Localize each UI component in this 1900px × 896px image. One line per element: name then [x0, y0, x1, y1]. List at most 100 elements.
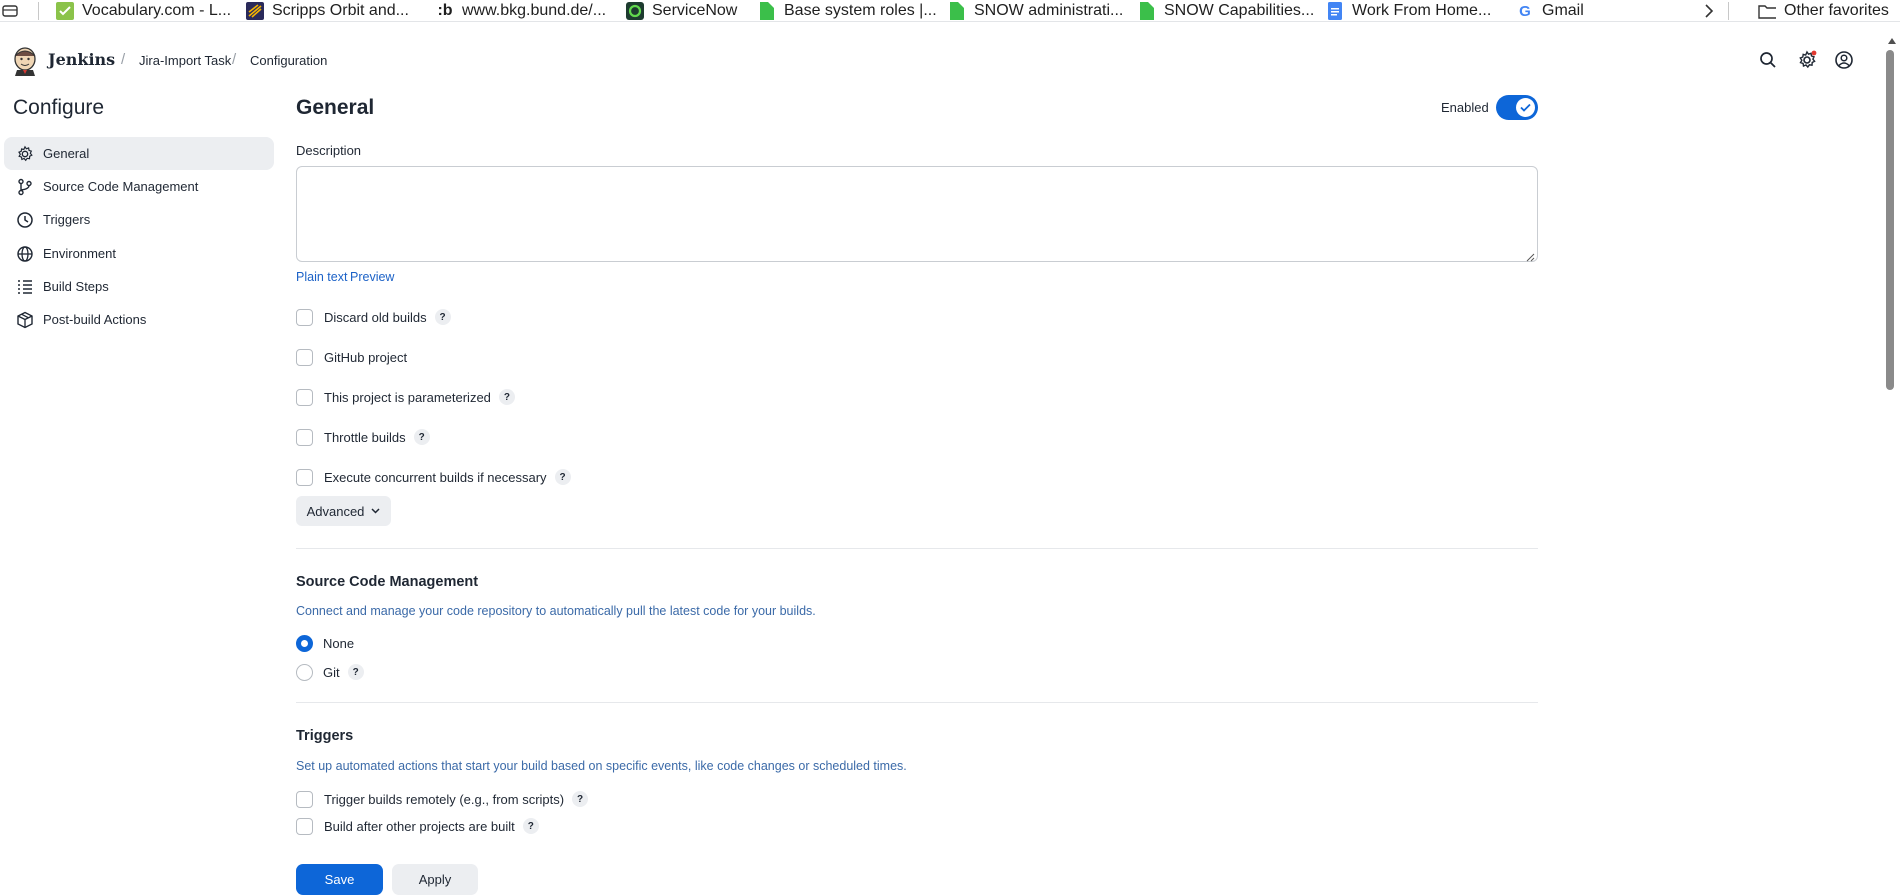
bookmark-label: Scripps Orbit and...: [272, 2, 409, 19]
help-icon[interactable]: ?: [522, 818, 539, 834]
section-divider: [296, 548, 1538, 549]
section-description-triggers: Set up automated actions that start your…: [296, 759, 907, 773]
breadcrumb-configuration[interactable]: Configuration: [250, 53, 327, 68]
bookmark-label: Work From Home...: [1352, 2, 1492, 19]
radio-label: Git: [323, 664, 340, 680]
enabled-toggle[interactable]: [1496, 95, 1538, 120]
bookmark-servicenow[interactable]: ServiceNow: [626, 0, 737, 22]
option-parameterized[interactable]: This project is parameterized ?: [296, 387, 515, 407]
sidebar-item-general[interactable]: General: [4, 137, 274, 170]
preview-link[interactable]: Preview: [350, 270, 394, 284]
help-icon[interactable]: ?: [498, 389, 515, 405]
trigger-build-after-other-projects[interactable]: Build after other projects are built ?: [296, 816, 539, 836]
google-docs-icon: [1326, 2, 1344, 20]
green-doc-icon: [758, 2, 776, 20]
gear-icon: [15, 144, 35, 164]
help-icon[interactable]: ?: [347, 664, 364, 680]
checkbox[interactable]: [296, 308, 313, 326]
bookmark-bkg[interactable]: :b www.bkg.bund.de/...: [436, 0, 606, 22]
scm-option-none[interactable]: None: [296, 633, 354, 653]
option-discard-old-builds[interactable]: Discard old builds ?: [296, 307, 451, 327]
bkg-b-icon: :b: [437, 2, 453, 19]
option-throttle-builds[interactable]: Throttle builds ?: [296, 427, 430, 447]
scripps-orbit-icon: [246, 2, 264, 20]
bookmark-scripps[interactable]: Scripps Orbit and...: [246, 0, 409, 22]
sidebar-item-label: Source Code Management: [43, 179, 199, 194]
user-account-icon[interactable]: [1833, 49, 1855, 71]
sidebar-item-label: Environment: [43, 246, 116, 261]
bookmark-label: ServiceNow: [652, 2, 738, 19]
bookmark-other-favorites[interactable]: Other favorites: [1758, 0, 1889, 22]
option-concurrent-builds[interactable]: Execute concurrent builds if necessary ?: [296, 467, 571, 487]
checkbox[interactable]: [296, 468, 313, 486]
bookmark-label: Gmail: [1542, 2, 1584, 19]
radio-button[interactable]: [296, 634, 313, 652]
bookmark-gmail[interactable]: G Gmail: [1516, 0, 1584, 22]
option-label: GitHub project: [324, 349, 408, 365]
section-title-general: General: [296, 96, 375, 119]
scm-option-git[interactable]: Git ?: [296, 662, 364, 682]
sidebar-item-label: Triggers: [43, 212, 91, 227]
bookmark-base-system-roles[interactable]: Base system roles |...: [758, 0, 937, 22]
advanced-button[interactable]: Advanced: [296, 496, 391, 526]
checkbox[interactable]: [296, 388, 313, 406]
tab-strip-icon[interactable]: [2, 0, 18, 22]
search-icon[interactable]: [1757, 49, 1779, 71]
checkbox[interactable]: [296, 348, 313, 366]
manage-jenkins-gear-icon[interactable]: [1796, 49, 1818, 71]
breadcrumb-job[interactable]: Jira-Import Task: [139, 53, 231, 68]
advanced-label: Advanced: [306, 503, 365, 519]
checkbox[interactable]: [296, 790, 313, 808]
sidebar-item-triggers[interactable]: Triggers: [4, 203, 274, 236]
radio-button[interactable]: [296, 663, 313, 681]
bookmarks-bar: Vocabulary.com - L... Scripps Orbit and.…: [0, 0, 1900, 22]
plain-text-link[interactable]: Plain text: [296, 270, 347, 284]
trigger-builds-remotely[interactable]: Trigger builds remotely (e.g., from scri…: [296, 789, 589, 809]
globe-icon: [15, 244, 35, 264]
breadcrumb-separator: /: [121, 51, 126, 68]
bookmark-label: www.bkg.bund.de/...: [462, 2, 607, 19]
bookmark-label: SNOW Capabilities...: [1164, 2, 1315, 19]
bookmark-snow-admin[interactable]: SNOW administrati...: [948, 0, 1123, 22]
bookmarks-divider: [1728, 2, 1729, 20]
sidebar-item-source-code-management[interactable]: Source Code Management: [4, 170, 274, 203]
option-label: Trigger builds remotely (e.g., from scri…: [324, 791, 565, 807]
bottom-action-bar: [0, 852, 1880, 896]
breadcrumb-separator: /: [232, 51, 237, 68]
scrollbar-thumb[interactable]: [1886, 50, 1894, 390]
help-icon[interactable]: ?: [572, 791, 589, 807]
bookmark-snow-capabilities[interactable]: SNOW Capabilities...: [1138, 0, 1314, 22]
help-icon[interactable]: ?: [434, 309, 451, 325]
jenkins-logo-icon[interactable]: [12, 46, 38, 76]
save-button[interactable]: Save: [296, 864, 383, 895]
scroll-up-arrow-icon[interactable]: [1888, 38, 1896, 44]
bookmark-label: SNOW administrati...: [974, 2, 1124, 19]
sidebar-item-build-steps[interactable]: Build Steps: [4, 270, 274, 303]
sidebar-item-environment[interactable]: Environment: [4, 237, 274, 270]
google-g-icon: G: [1519, 2, 1531, 20]
bookmarks-overflow-chevron-icon[interactable]: [1704, 0, 1714, 22]
bookmark-vocabulary[interactable]: Vocabulary.com - L...: [56, 0, 231, 22]
bottom-bar-fade: [0, 836, 1880, 852]
section-description-scm: Connect and manage your code repository …: [296, 604, 816, 618]
bookmark-label: Base system roles |...: [784, 2, 937, 19]
help-icon[interactable]: ?: [554, 469, 571, 485]
list-icon: [15, 277, 35, 297]
bookmark-work-from-home[interactable]: Work From Home...: [1326, 0, 1491, 22]
checkbox[interactable]: [296, 428, 313, 446]
help-icon[interactable]: ?: [413, 429, 430, 445]
folder-icon: [1758, 2, 1776, 20]
checkbox[interactable]: [296, 817, 313, 835]
package-icon: [15, 310, 35, 330]
jenkins-brand[interactable]: Jenkins: [48, 50, 115, 69]
resize-handle-icon[interactable]: [1525, 249, 1535, 262]
bookmarks-divider: [38, 2, 39, 20]
sidebar-item-label: Post-build Actions: [43, 312, 147, 327]
description-textarea[interactable]: [296, 166, 1538, 262]
option-label: This project is parameterized: [324, 389, 491, 405]
bookmark-label: Vocabulary.com - L...: [82, 2, 232, 19]
apply-button[interactable]: Apply: [392, 864, 478, 895]
option-github-project[interactable]: GitHub project: [296, 347, 407, 367]
sidebar-item-post-build-actions[interactable]: Post-build Actions: [4, 303, 274, 336]
description-label: Description: [296, 143, 362, 158]
